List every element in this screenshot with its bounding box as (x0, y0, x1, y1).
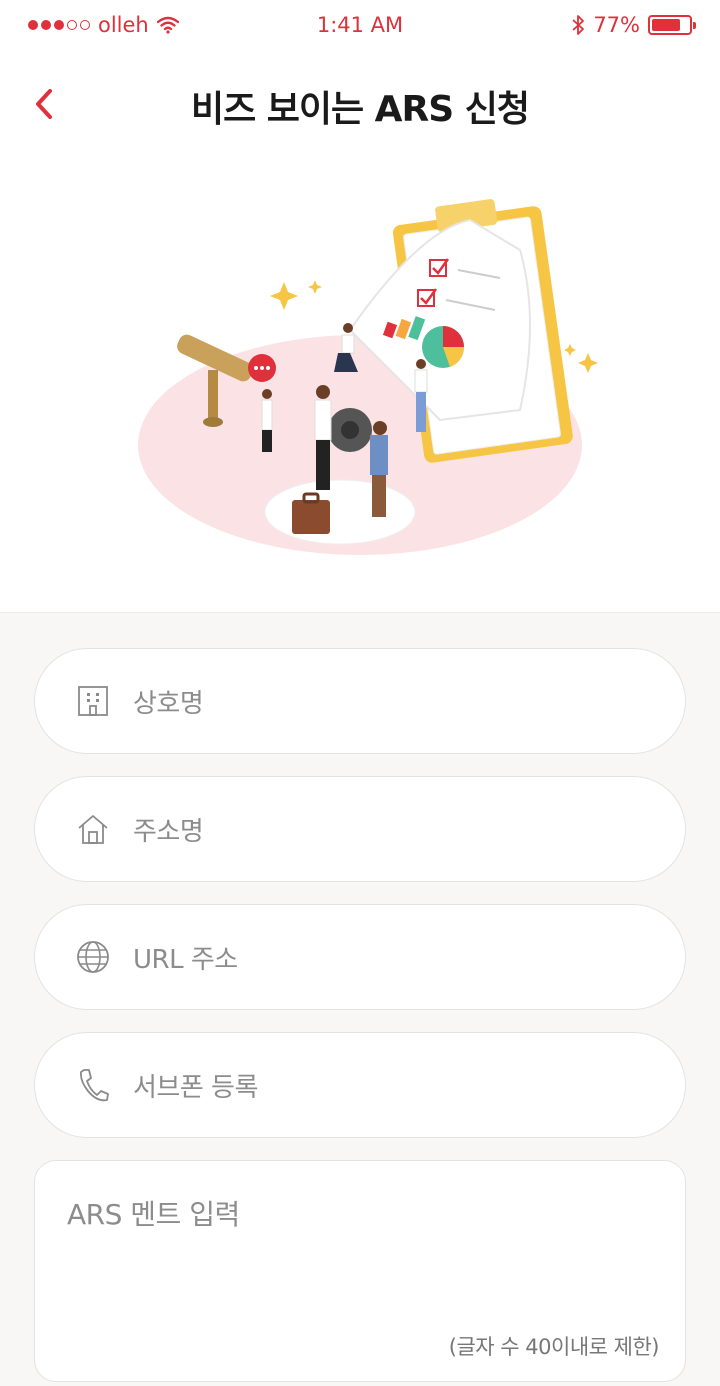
business-name-field[interactable]: 상호명 (34, 648, 686, 754)
building-icon (75, 683, 111, 719)
status-right: 77% (571, 13, 696, 37)
subphone-placeholder: 서브폰 등록 (133, 1072, 258, 1103)
ars-message-hint: (글자 수 40이내로 제한) (448, 1335, 660, 1359)
status-left: olleh (28, 13, 179, 37)
business-illustration (138, 199, 598, 555)
address-name-field[interactable]: 주소명 (34, 776, 686, 882)
battery-level (652, 19, 680, 31)
header: 비즈 보이는 ARS 신청 (0, 60, 720, 150)
form-area: 상호명 주소명 URL 주소 서브폰 등록 ARS 멘트 입력 (글자 수 40… (0, 612, 720, 1386)
page-title: 비즈 보이는 ARS 신청 (191, 89, 530, 130)
ars-message-textarea[interactable]: ARS 멘트 입력 (글자 수 40이내로 제한) (34, 1160, 686, 1382)
subphone-field[interactable]: 서브폰 등록 (34, 1032, 686, 1138)
status-bar: olleh 1:41 AM 77% (0, 0, 720, 50)
globe-icon (75, 939, 111, 975)
ars-message-placeholder: ARS 멘트 입력 (67, 1198, 240, 1231)
carrier-name: olleh (98, 13, 149, 37)
hero-illustration (0, 160, 720, 610)
home-icon (75, 811, 111, 847)
address-name-placeholder: 주소명 (133, 816, 204, 847)
signal-strength-icon (28, 20, 90, 30)
wifi-icon (156, 16, 179, 34)
url-placeholder: URL 주소 (133, 944, 238, 975)
battery-icon (648, 15, 696, 35)
battery-percent: 77% (593, 13, 640, 37)
bluetooth-icon (572, 15, 585, 35)
url-field[interactable]: URL 주소 (34, 904, 686, 1010)
phone-icon (75, 1067, 111, 1103)
business-name-placeholder: 상호명 (133, 688, 204, 719)
